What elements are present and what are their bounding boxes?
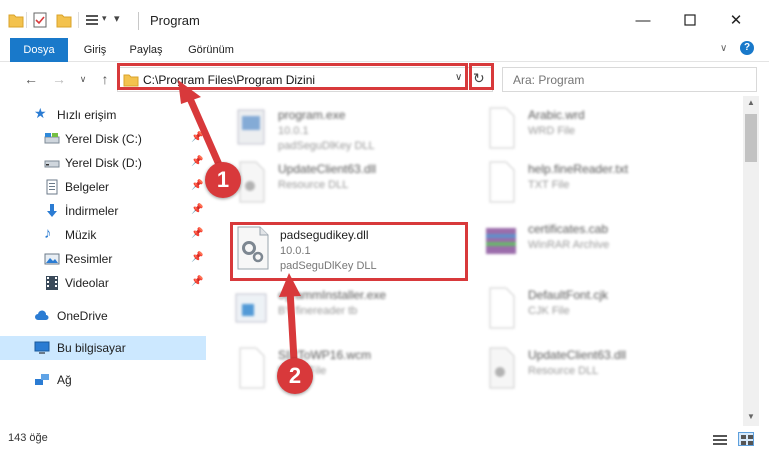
- step-marker-2: 2: [277, 358, 313, 394]
- arrow-2-icon: [279, 273, 301, 364]
- step-marker-1: 1: [205, 162, 241, 198]
- annotation-arrows: [178, 80, 301, 364]
- arrow-1-icon: [178, 80, 228, 180]
